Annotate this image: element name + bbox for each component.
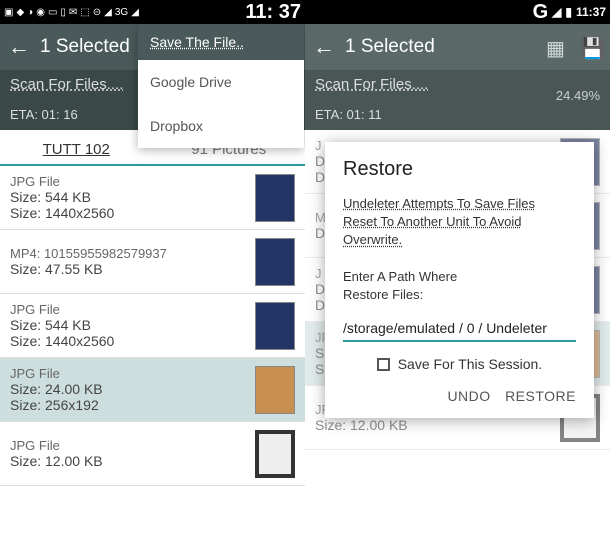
notif-icon: ▯ [60, 7, 66, 18]
left-pane: ▣ ◆ ◑ ◉ ▭ ▯ ✉ ⬚ ⊝ ◢ 3G ◢ 11: 37 ← 1 Sele… [0, 0, 305, 542]
list-item[interactable]: JPG File Size: 12.00 KB [0, 422, 305, 486]
grid-icon[interactable]: ▦ [546, 36, 568, 58]
list-item-selected[interactable]: JPG File Size: 24.00 KB Size: 256x192 [0, 358, 305, 422]
restore-dialog: Restore Undeleter Attempts To Save Files… [325, 142, 594, 418]
menu-google-drive[interactable]: Google Drive [138, 60, 304, 104]
save-session-checkbox[interactable]: Save For This Session. [343, 356, 576, 372]
undo-button[interactable]: UNDO [447, 388, 490, 404]
scan-percent: 24.49% [556, 88, 600, 103]
dialog-message: Undeleter Attempts To Save Files Reset T… [343, 195, 576, 304]
back-arrow-icon[interactable]: ← [313, 34, 335, 60]
notif-icon: ▭ [48, 7, 57, 18]
network-label: G [533, 1, 549, 24]
list-item[interactable]: JPG File Size: 544 KB Size: 1440x2560 [0, 294, 305, 358]
wifi-icon: ◢ [104, 7, 112, 18]
thumbnail [255, 238, 295, 286]
notif-icon: ◆ [16, 7, 24, 18]
list-item[interactable]: JPG File Size: 544 KB Size: 1440x2560 [0, 166, 305, 230]
status-bar: ▣ ◆ ◑ ◉ ▭ ▯ ✉ ⬚ ⊝ ◢ 3G ◢ 11: 37 [0, 0, 305, 24]
app-header: ← 1 Selected ▦ 💾 [305, 24, 610, 70]
restore-path-input[interactable]: /storage/emulated / 0 / Undeleter [343, 316, 576, 342]
signal-icon: ◢ [552, 5, 561, 19]
scan-eta: ETA: 01: 11 [315, 107, 600, 122]
battery-icon: ▮ [565, 5, 572, 19]
clock-small: 11:37 [576, 5, 606, 19]
tab-all[interactable]: TUTT 102 [0, 141, 153, 164]
thumbnail [255, 430, 295, 478]
file-list[interactable]: JPG File Size: 544 KB Size: 1440x2560 MP… [0, 166, 305, 486]
dialog-title: Restore [343, 158, 576, 181]
signal-icon: ◢ [131, 7, 139, 18]
menu-dropbox[interactable]: Dropbox [138, 104, 304, 148]
right-pane: G ◢ ▮ 11:37 ← 1 Selected ▦ 💾 Scan For Fi… [305, 0, 610, 542]
clock-big: 11: 37 [245, 1, 301, 24]
thumbnail [255, 366, 295, 414]
notif-icon: ⊝ [93, 7, 101, 18]
back-arrow-icon[interactable]: ← [8, 34, 30, 60]
status-bar: G ◢ ▮ 11:37 [305, 0, 610, 24]
network-label: 3G [115, 7, 128, 18]
header-title: 1 Selected [345, 36, 546, 58]
checkbox-icon[interactable] [377, 358, 390, 371]
restore-button[interactable]: RESTORE [505, 388, 576, 404]
scan-info: Scan For Files.... 24.49% ETA: 01: 11 [305, 70, 610, 130]
notif-icon: ◑ [27, 7, 33, 18]
menu-save-file[interactable]: Save The File.. [138, 24, 304, 60]
save-menu: Save The File.. Google Drive Dropbox [138, 24, 304, 148]
thumbnail [255, 302, 295, 350]
notif-icon: ◉ [36, 7, 45, 18]
thumbnail [255, 174, 295, 222]
notif-icon: ⬚ [80, 7, 89, 18]
notif-icon: ▣ [4, 7, 13, 18]
notif-icon: ✉ [69, 7, 77, 18]
list-item[interactable]: MP4: 10155955982579937 Size: 47.55 KB [0, 230, 305, 294]
save-icon[interactable]: 💾 [580, 36, 602, 58]
